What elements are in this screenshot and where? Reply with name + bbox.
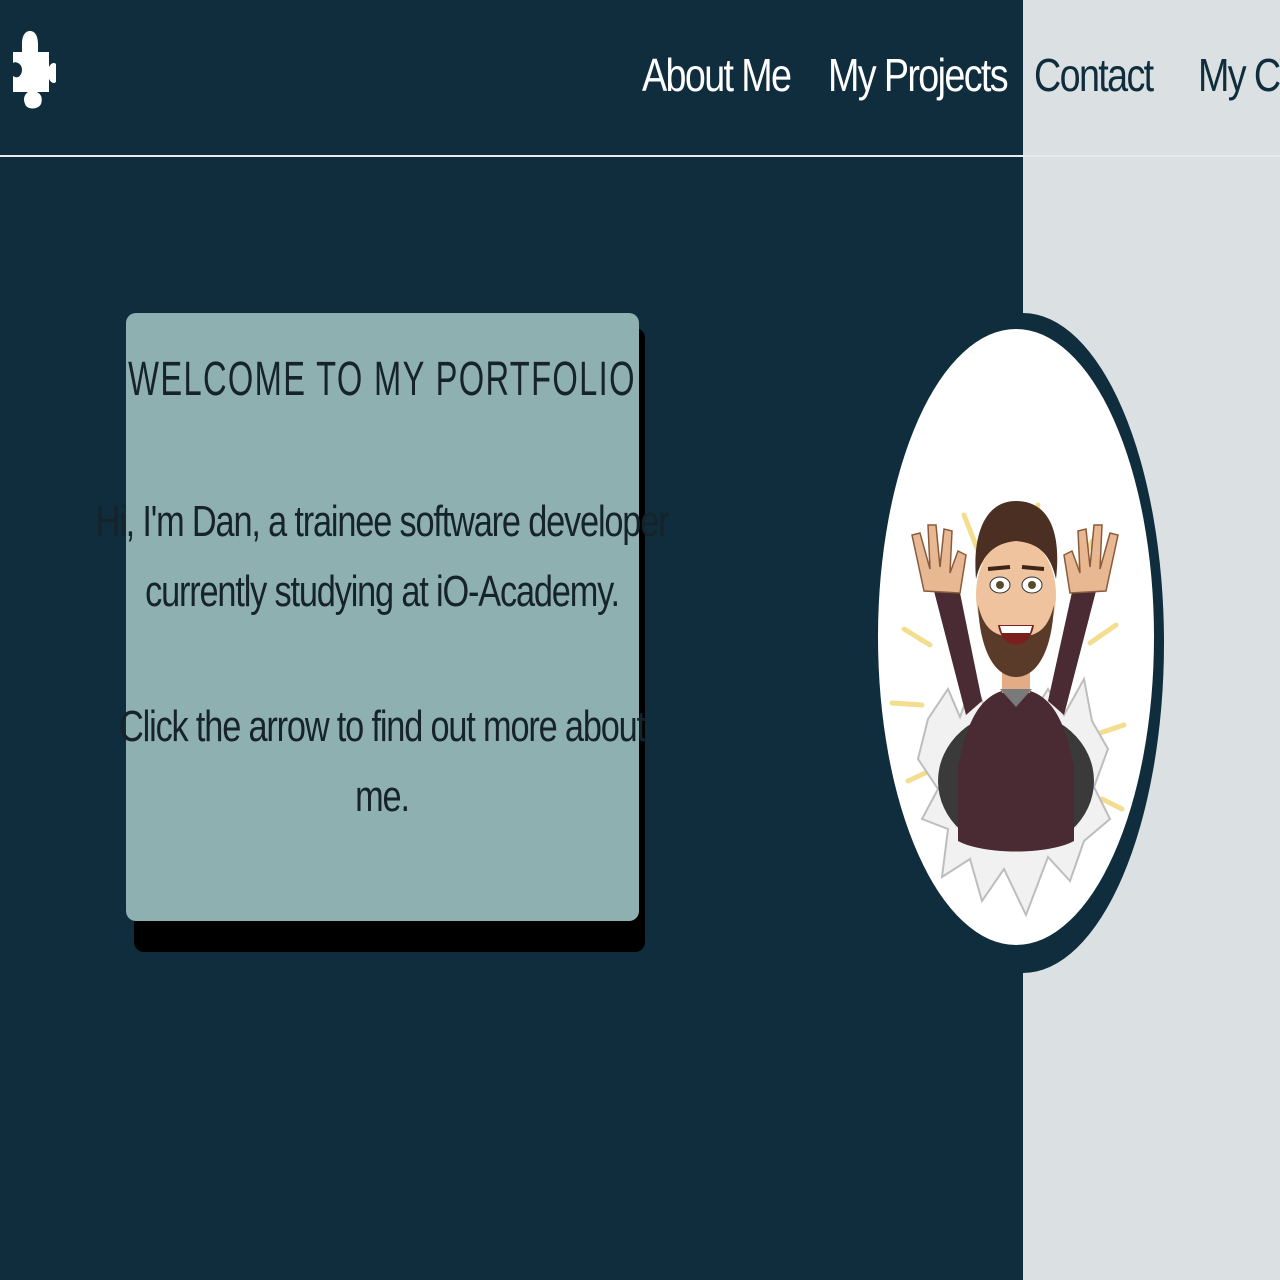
intro-line-2: currently studying at iO-Academy. — [145, 567, 620, 616]
cta-line-2: me. — [355, 772, 410, 821]
cta-text: Click the arrow to find out more about m… — [84, 692, 680, 832]
intro-line-1: Hi, I'm Dan, a trainee software develope… — [95, 497, 670, 546]
avatar — [878, 329, 1154, 945]
page: About Me My Projects Contact My CV WELCO… — [0, 0, 1280, 1280]
nav-contact[interactable]: Contact — [1034, 48, 1154, 102]
welcome-title: WELCOME TO MY PORTFOLIO — [128, 353, 636, 406]
nav-my-projects[interactable]: My Projects — [828, 48, 1009, 102]
bitmoji-avatar — [889, 501, 1127, 918]
header: About Me My Projects Contact My CV — [0, 0, 1280, 157]
nav-about-me[interactable]: About Me — [642, 48, 792, 102]
cta-line-1: Click the arrow to find out more about — [119, 702, 646, 751]
nav-my-cv[interactable]: My CV — [1198, 48, 1280, 102]
intro-text: Hi, I'm Dan, a trainee software develope… — [84, 487, 680, 627]
puzzle-piece-icon[interactable] — [10, 28, 56, 124]
header-divider — [0, 155, 1280, 157]
avatar-container — [872, 313, 1164, 979]
